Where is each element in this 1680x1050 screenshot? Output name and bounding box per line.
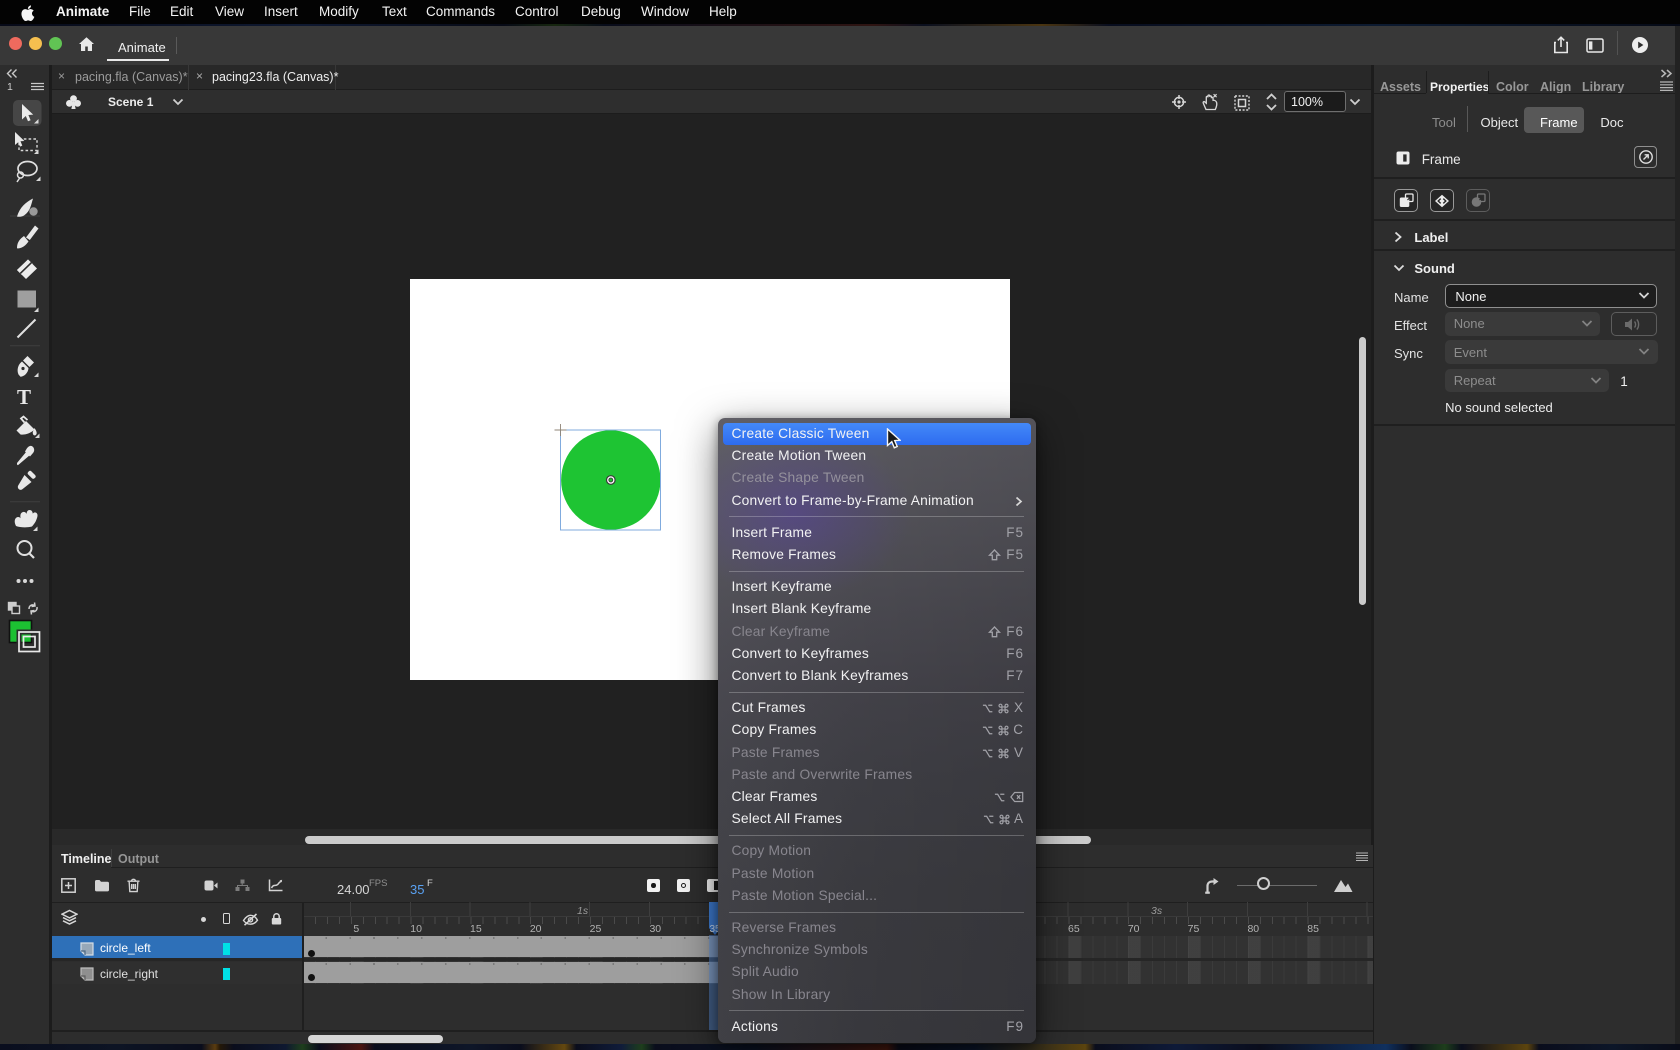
svg-text:1: 1 bbox=[7, 81, 13, 93]
svg-text:T: T bbox=[17, 385, 31, 409]
